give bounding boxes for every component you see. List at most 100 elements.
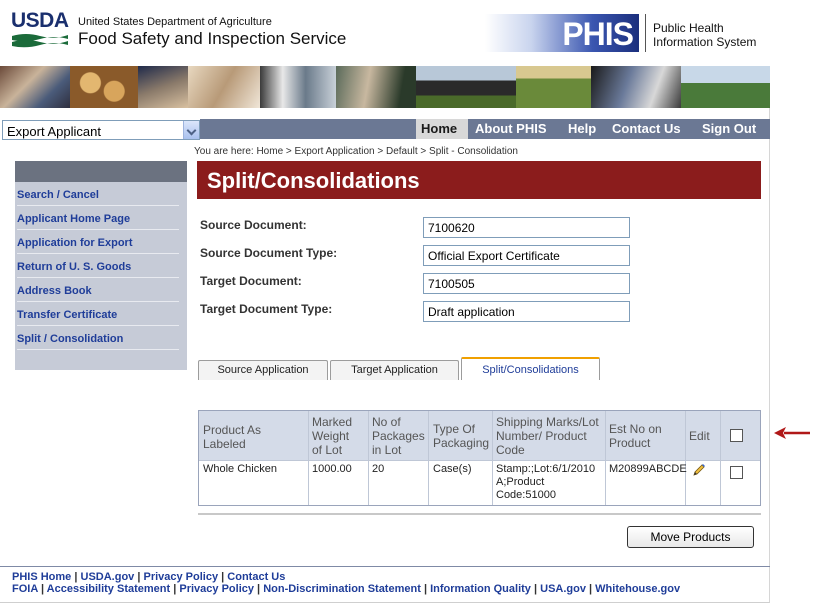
footer-link-contact[interactable]: Contact Us bbox=[227, 571, 285, 583]
select-all-checkbox[interactable] bbox=[730, 429, 743, 442]
source-document-value: 7100620 bbox=[428, 221, 475, 235]
photo-processing bbox=[336, 66, 416, 108]
footer-links-secondary: FOIA | Accessibility Statement | Privacy… bbox=[12, 583, 680, 595]
phis-divider bbox=[645, 14, 646, 52]
target-document-type-field[interactable]: Draft application bbox=[423, 301, 630, 322]
header-packaging-line2: Packaging bbox=[433, 436, 490, 450]
footer-link-information-quality[interactable]: Information Quality bbox=[430, 583, 531, 595]
header-product: Product As Labeled bbox=[203, 423, 262, 451]
target-document-value: 7100505 bbox=[428, 277, 475, 291]
cell-packages: 20 bbox=[372, 463, 385, 475]
header-packages-line3: in Lot bbox=[372, 443, 402, 457]
source-document-field[interactable]: 7100620 bbox=[423, 217, 630, 238]
edit-pencil-icon[interactable] bbox=[692, 463, 706, 477]
row-select-checkbox[interactable] bbox=[730, 466, 743, 479]
phis-logo-text: PHIS bbox=[562, 16, 634, 52]
footer-link-privacy-2[interactable]: Privacy Policy bbox=[179, 583, 254, 595]
footer-link-privacy[interactable]: Privacy Policy bbox=[143, 571, 218, 583]
source-document-type-field[interactable]: Official Export Certificate bbox=[423, 245, 630, 266]
photo-field bbox=[516, 66, 591, 108]
header-packages-line1: No of bbox=[372, 415, 401, 429]
photo-inspector bbox=[260, 66, 336, 108]
usda-logo[interactable]: USDA bbox=[11, 9, 69, 49]
source-document-type-value: Official Export Certificate bbox=[428, 249, 560, 263]
footer-link-accessibility[interactable]: Accessibility Statement bbox=[47, 583, 171, 595]
nav-signout[interactable]: Sign Out bbox=[702, 121, 756, 136]
nav-about[interactable]: About PHIS bbox=[475, 121, 547, 136]
tab-source-application[interactable]: Source Application bbox=[198, 360, 328, 380]
header-weight-line2: Weight bbox=[312, 429, 350, 443]
chevron-down-icon[interactable] bbox=[183, 121, 199, 139]
footer-link-usda[interactable]: USDA.gov bbox=[81, 571, 135, 583]
footer-links-primary: PHIS Home | USDA.gov | Privacy Policy | … bbox=[12, 571, 285, 583]
source-document-type-label: Source Document Type: bbox=[200, 246, 338, 260]
role-select[interactable]: Export Applicant bbox=[2, 120, 200, 140]
header-marks-line2: Number/ Product bbox=[496, 429, 587, 443]
sidebar-item-split-consolidation[interactable]: Split / Consolidation bbox=[17, 333, 179, 350]
cell-product: Whole Chicken bbox=[203, 463, 277, 475]
target-document-label: Target Document: bbox=[200, 274, 302, 288]
col-divider bbox=[605, 411, 606, 505]
table-row-divider bbox=[199, 460, 760, 461]
header-estno-line2: Product bbox=[609, 436, 651, 450]
nav-home[interactable]: Home bbox=[416, 119, 468, 139]
sidebar-item-applicant-home[interactable]: Applicant Home Page bbox=[17, 213, 179, 230]
footer-link-whitehouse[interactable]: Whitehouse.gov bbox=[595, 583, 680, 595]
source-document-label: Source Document: bbox=[200, 218, 307, 232]
col-divider bbox=[492, 411, 493, 505]
header-packages-line2: Packages bbox=[372, 429, 425, 443]
cell-estno: M20899ABCDE bbox=[609, 463, 687, 475]
role-select-value: Export Applicant bbox=[7, 124, 101, 139]
footer-link-nondiscrimination[interactable]: Non-Discrimination Statement bbox=[263, 583, 421, 595]
products-table: Product As Labeled Marked Weight of Lot … bbox=[198, 410, 761, 506]
nav-help[interactable]: Help bbox=[568, 121, 596, 136]
breadcrumb: You are here: Home > Export Application … bbox=[194, 146, 518, 157]
sidebar-item-address-book[interactable]: Address Book bbox=[17, 285, 179, 302]
cell-marks-line2: A;Product bbox=[496, 476, 545, 488]
nav-row: Export Applicant Home About PHIS Help Co… bbox=[0, 119, 770, 141]
cell-packaging: Case(s) bbox=[433, 463, 472, 475]
sidebar-item-search-cancel[interactable]: Search / Cancel bbox=[17, 189, 179, 206]
sidebar-header bbox=[15, 161, 187, 182]
sidebar-item-return-goods[interactable]: Return of U. S. Goods bbox=[17, 261, 179, 278]
header-marks-line1: Shipping Marks/Lot bbox=[496, 415, 599, 429]
tab-target-application[interactable]: Target Application bbox=[330, 360, 459, 380]
agency-name: Food Safety and Inspection Service bbox=[78, 29, 347, 48]
footer-divider bbox=[0, 566, 770, 567]
usda-logo-text: USDA bbox=[11, 9, 69, 32]
usda-waves-icon bbox=[12, 34, 68, 48]
photo-lab bbox=[0, 66, 70, 108]
nav-home-label: Home bbox=[421, 121, 458, 136]
header-marks-line3: Code bbox=[496, 443, 525, 457]
cell-marks-line1: Stamp:;Lot:6/1/2010 bbox=[496, 463, 596, 475]
photo-workers bbox=[138, 66, 188, 108]
nav-contact[interactable]: Contact Us bbox=[612, 121, 681, 136]
move-products-button[interactable]: Move Products bbox=[627, 526, 754, 548]
page-title-bar: Split/Consolidations bbox=[197, 161, 761, 199]
annotation-arrow-icon bbox=[774, 427, 810, 439]
sidebar-item-application-export[interactable]: Application for Export bbox=[17, 237, 179, 254]
header-weight-line3: of Lot bbox=[312, 443, 343, 457]
footer-link-usa-gov[interactable]: USA.gov bbox=[540, 583, 586, 595]
photo-cattle bbox=[416, 66, 516, 108]
col-divider bbox=[368, 411, 369, 505]
footer-link-foia[interactable]: FOIA bbox=[12, 583, 38, 595]
cell-weight: 1000.00 bbox=[312, 463, 352, 475]
phis-title-line2: Information System bbox=[653, 35, 757, 49]
col-divider bbox=[308, 411, 309, 505]
agency-department: United States Department of Agriculture bbox=[78, 16, 272, 28]
footer-link-phis-home[interactable]: PHIS Home bbox=[12, 571, 71, 583]
target-document-type-label: Target Document Type: bbox=[200, 302, 333, 316]
header-packaging-line1: Type Of bbox=[433, 422, 476, 436]
top-nav-bar: Home About PHIS Help Contact Us Sign Out bbox=[200, 119, 770, 139]
sidebar-item-transfer-certificate[interactable]: Transfer Certificate bbox=[17, 309, 179, 326]
col-divider bbox=[685, 411, 686, 505]
sidebar: Search / Cancel Applicant Home Page Appl… bbox=[15, 182, 187, 370]
photo-farmers bbox=[681, 66, 770, 108]
target-document-field[interactable]: 7100505 bbox=[423, 273, 630, 294]
header-estno-line1: Est No on bbox=[609, 422, 662, 436]
photo-eggs bbox=[70, 66, 138, 108]
page-title: Split/Consolidations bbox=[207, 168, 420, 193]
target-document-type-value: Draft application bbox=[428, 305, 515, 319]
tab-split-consolidations[interactable]: Split/Consolidations bbox=[461, 357, 600, 380]
